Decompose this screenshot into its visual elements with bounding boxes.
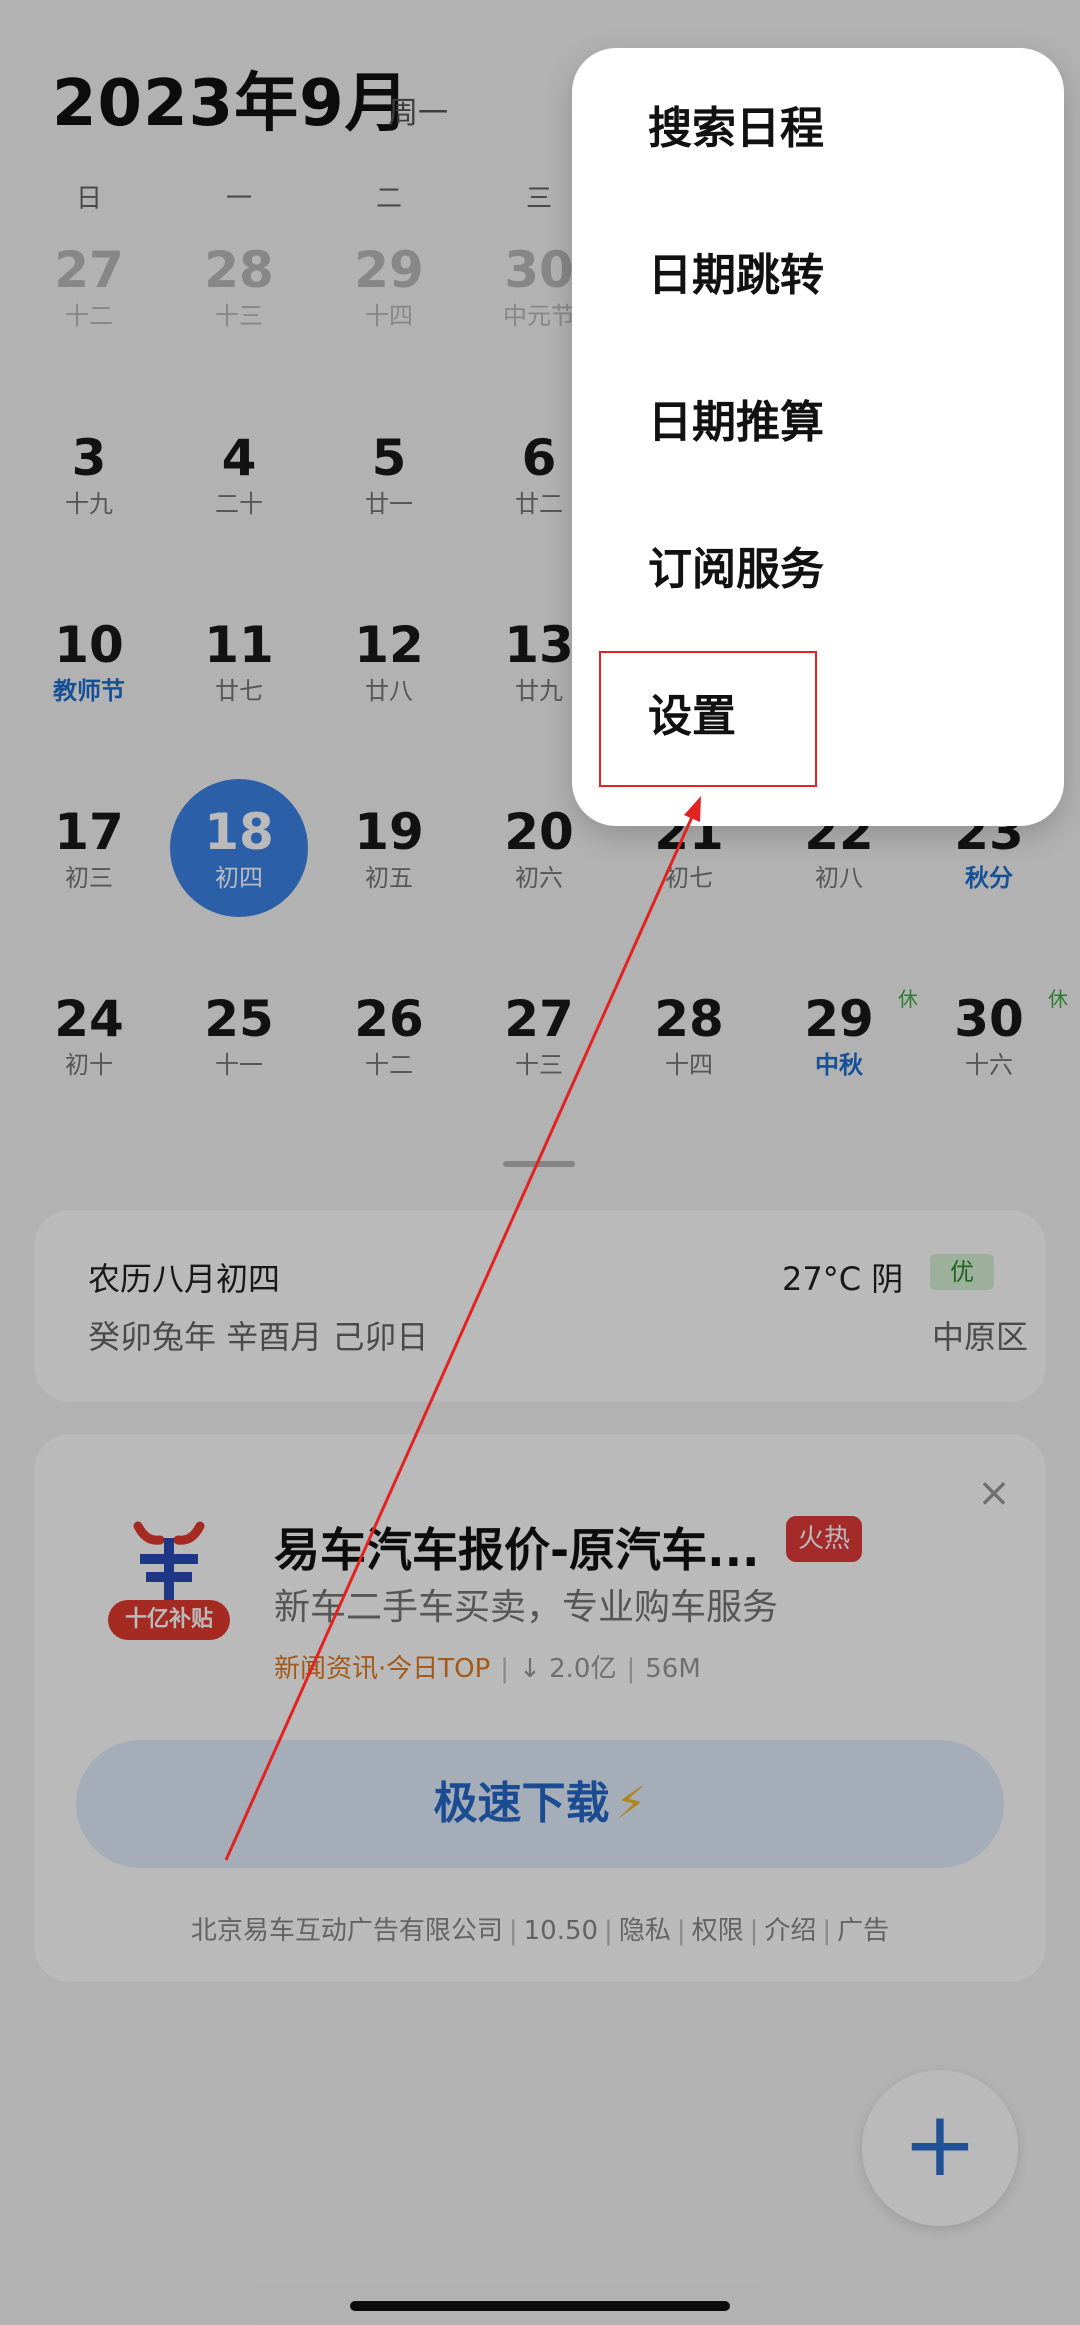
annotation-arrow	[224, 796, 701, 1861]
